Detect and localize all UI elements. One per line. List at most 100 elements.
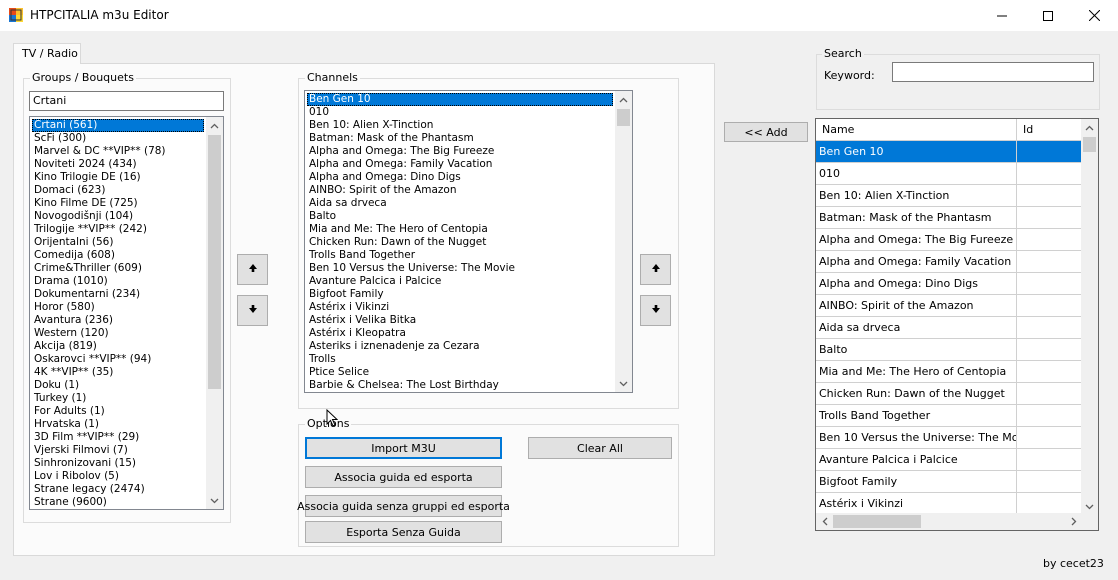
table-row[interactable]: Mia and Me: The Hero of Centopia [816, 361, 1082, 383]
list-item[interactable]: Chicken Run: Dawn of the Nugget [307, 236, 613, 249]
list-item[interactable]: Akcija (819) [32, 340, 204, 353]
scroll-down-icon[interactable] [615, 375, 632, 392]
cell-id[interactable] [1017, 449, 1082, 471]
cell-id[interactable] [1017, 317, 1082, 339]
cell-id[interactable] [1017, 339, 1082, 361]
table-row[interactable]: Trolls Band Together [816, 405, 1082, 427]
title-bar[interactable]: HTPCITALIA m3u Editor [0, 0, 1118, 31]
cell-id[interactable] [1017, 427, 1082, 449]
cell-id[interactable] [1017, 273, 1082, 295]
list-item[interactable]: Comedija (608) [32, 249, 204, 262]
cell-id[interactable] [1017, 493, 1082, 515]
cell-name[interactable]: Batman: Mask of the Phantasm [816, 207, 1017, 229]
cell-name[interactable]: Balto [816, 339, 1017, 361]
grid-vscroll-thumb[interactable] [1083, 137, 1096, 152]
grid-horizontal-scrollbar[interactable] [816, 513, 1082, 530]
cell-id[interactable] [1017, 251, 1082, 273]
table-row[interactable]: Aida sa drveca [816, 317, 1082, 339]
list-item[interactable]: AINBO: Spirit of the Amazon [307, 184, 613, 197]
list-item[interactable]: Ben 10 Versus the Universe: The Movie [307, 262, 613, 275]
list-item[interactable]: For Adults (1) [32, 405, 204, 418]
cell-id[interactable] [1017, 361, 1082, 383]
cell-name[interactable]: 010 [816, 163, 1017, 185]
list-item[interactable]: Noviteti 2024 (434) [32, 158, 204, 171]
grid-hscroll-thumb[interactable] [833, 515, 921, 528]
cell-name[interactable]: Trolls Band Together [816, 405, 1017, 427]
associate-guide-no-groups-export-button[interactable]: Associa guida senza gruppi ed esporta [297, 495, 510, 517]
list-item[interactable]: Avanture Palcica i Palcice [307, 275, 613, 288]
list-item[interactable]: Astérix i Velika Bitka [307, 314, 613, 327]
cell-name[interactable]: Mia and Me: The Hero of Centopia [816, 361, 1017, 383]
list-item[interactable]: Alpha and Omega: Dino Digs [307, 171, 613, 184]
cell-name[interactable]: Chicken Run: Dawn of the Nugget [816, 383, 1017, 405]
cell-id[interactable] [1017, 295, 1082, 317]
cell-name[interactable]: Alpha and Omega: The Big Fureeze [816, 229, 1017, 251]
table-row[interactable]: AINBO: Spirit of the Amazon [816, 295, 1082, 317]
list-item[interactable]: Vjerski Filmovi (7) [32, 444, 204, 457]
groups-scroll-thumb[interactable] [208, 135, 221, 389]
list-item[interactable]: Lov i Ribolov (5) [32, 470, 204, 483]
list-item[interactable]: Turkey (1) [32, 392, 204, 405]
table-row[interactable]: Alpha and Omega: The Big Fureeze [816, 229, 1082, 251]
channels-listbox[interactable]: Ben Gen 10 010 Ben 10: Alien X-Tinction Bat… [304, 90, 633, 393]
cell-id[interactable] [1017, 229, 1082, 251]
scroll-up-icon[interactable] [1081, 119, 1098, 136]
scroll-right-icon[interactable] [1065, 513, 1082, 530]
list-item[interactable]: Novogodišnji (104) [32, 210, 204, 223]
groups-listbox[interactable]: Crtani (561) ScFi (300) Marvel & DC **VIP*… [29, 116, 224, 510]
list-item[interactable]: Aida sa drveca [307, 197, 613, 210]
channel-move-down-button[interactable] [640, 295, 671, 326]
group-move-down-button[interactable] [237, 295, 268, 326]
grid-header-name[interactable]: Name [816, 119, 1017, 141]
cell-id[interactable] [1017, 405, 1082, 427]
tab-tv-radio[interactable]: TV / Radio [13, 43, 81, 64]
cell-id[interactable] [1017, 471, 1082, 493]
cell-name[interactable]: AINBO: Spirit of the Amazon [816, 295, 1017, 317]
list-item[interactable]: Astérix i Kleopatra [307, 327, 613, 340]
cell-name[interactable]: Alpha and Omega: Family Vacation [816, 251, 1017, 273]
scroll-down-icon[interactable] [206, 492, 223, 509]
cell-id[interactable] [1017, 383, 1082, 405]
results-grid[interactable]: Name Id Ben Gen 10 010 Ben 10: Alien X-Tin… [815, 118, 1099, 531]
grid-header-id[interactable]: Id [1017, 119, 1082, 141]
scroll-up-icon[interactable] [206, 117, 223, 134]
group-move-up-button[interactable] [237, 254, 268, 285]
table-row[interactable]: Balto [816, 339, 1082, 361]
groups-filter-input[interactable]: Crtani [29, 91, 224, 111]
minimize-button[interactable] [979, 0, 1025, 31]
list-item[interactable]: Ben Gen 10 [307, 93, 613, 106]
table-row[interactable]: Bigfoot Family [816, 471, 1082, 493]
list-item[interactable]: Avantura (236) [32, 314, 204, 327]
list-item[interactable]: Kino Trilogie DE (16) [32, 171, 204, 184]
list-item[interactable]: Drama (1010) [32, 275, 204, 288]
list-item[interactable]: Oskarovci **VIP** (94) [32, 353, 204, 366]
channels-scroll-thumb[interactable] [617, 109, 630, 126]
table-row[interactable]: Avanture Palcica i Palcice [816, 449, 1082, 471]
cell-name[interactable]: Bigfoot Family [816, 471, 1017, 493]
cell-name[interactable]: Ben 10 Versus the Universe: The Movie [816, 427, 1017, 449]
list-item[interactable]: 010 [307, 106, 613, 119]
cell-name[interactable]: Avanture Palcica i Palcice [816, 449, 1017, 471]
list-item[interactable]: Strane (9600) [32, 496, 204, 509]
list-item[interactable]: Batman: Mask of the Phantasm [307, 132, 613, 145]
table-row[interactable]: Ben Gen 10 [816, 141, 1082, 163]
list-item[interactable]: Orijentalni (56) [32, 236, 204, 249]
cell-name[interactable]: Astérix i Vikinzi [816, 493, 1017, 515]
list-item[interactable]: Ben 10: Alien X-Tinction [307, 119, 613, 132]
list-item[interactable]: Balto [307, 210, 613, 223]
table-row[interactable]: Alpha and Omega: Dino Digs [816, 273, 1082, 295]
clear-all-button[interactable]: Clear All [528, 437, 672, 459]
table-row[interactable]: Alpha and Omega: Family Vacation [816, 251, 1082, 273]
cell-name[interactable]: Aida sa drveca [816, 317, 1017, 339]
list-item[interactable]: Strane legacy (2474) [32, 483, 204, 496]
table-row[interactable]: Ben 10: Alien X-Tinction [816, 185, 1082, 207]
channels-scrollbar[interactable] [615, 91, 632, 392]
cell-id[interactable] [1017, 207, 1082, 229]
cell-id[interactable] [1017, 141, 1082, 163]
scroll-up-icon[interactable] [615, 91, 632, 108]
import-m3u-button[interactable]: Import M3U [305, 437, 502, 459]
list-item[interactable]: Crime&Thriller (609) [32, 262, 204, 275]
maximize-button[interactable] [1025, 0, 1071, 31]
cell-name[interactable]: Ben 10: Alien X-Tinction [816, 185, 1017, 207]
list-item[interactable]: Alpha and Omega: Family Vacation [307, 158, 613, 171]
